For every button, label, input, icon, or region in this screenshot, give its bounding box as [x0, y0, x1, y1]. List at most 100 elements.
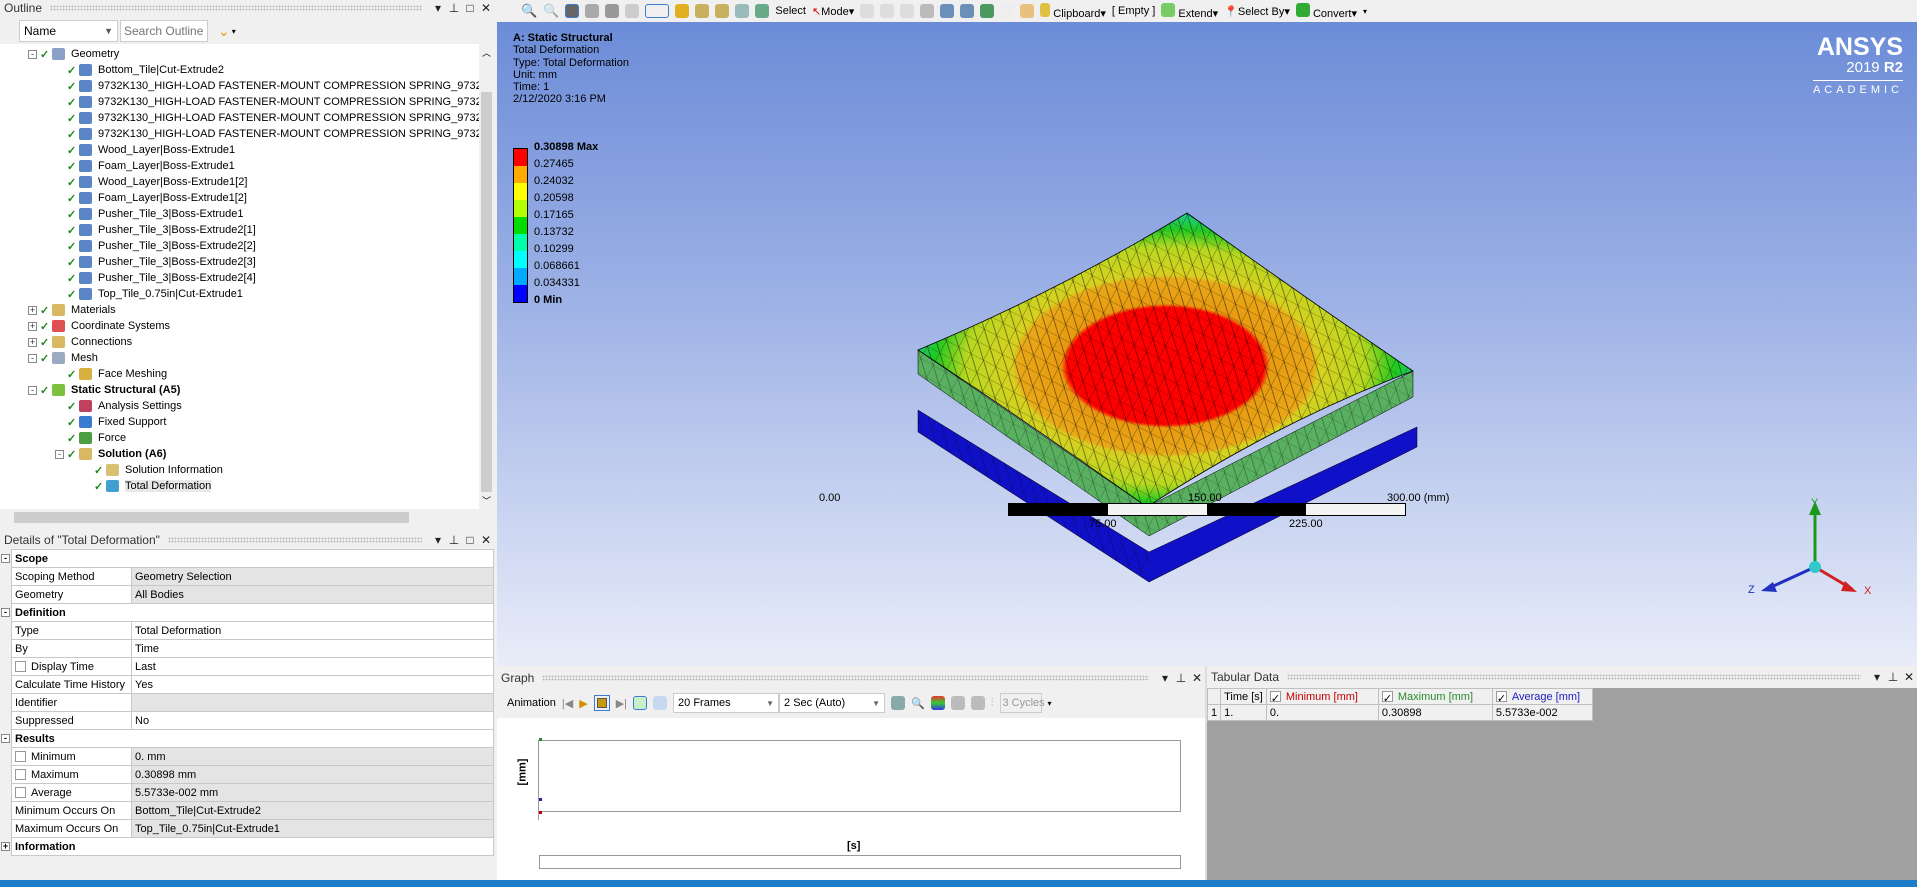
property-value[interactable]: Total Deformation	[131, 621, 494, 640]
select-node-icon[interactable]	[940, 4, 955, 18]
details-row[interactable]: Display Time Last	[11, 657, 494, 676]
zoom-fit-icon[interactable]: 🔍	[521, 3, 537, 19]
pin-icon[interactable]: ⊥	[1173, 671, 1189, 685]
details-group[interactable]: - Definition	[1, 603, 494, 622]
pin-icon[interactable]: ⊥	[1885, 670, 1901, 684]
col-time[interactable]: Time [s]	[1220, 688, 1267, 705]
display-icon[interactable]	[605, 4, 620, 18]
zoom-icon[interactable]	[695, 4, 710, 18]
data-icon[interactable]	[950, 696, 965, 710]
overflow-icon[interactable]: ▾	[232, 27, 236, 36]
mode-button[interactable]: ↖Mode▾	[812, 5, 854, 18]
scroll-up-icon[interactable]: ︿	[482, 46, 491, 59]
geometry-viewport[interactable]: A: Static Structural Total Deformation T…	[497, 22, 1917, 666]
pin-icon[interactable]: ⊥	[446, 1, 462, 15]
tree-item[interactable]: + ✓ Coordinate Systems	[28, 318, 170, 334]
zoom-to-fit-icon[interactable]	[735, 4, 750, 18]
dropdown-icon[interactable]: ▾	[1869, 670, 1885, 684]
duration-select[interactable]: 2 Sec (Auto) ▼	[779, 693, 886, 713]
label-icon[interactable]	[1020, 4, 1035, 18]
overflow-icon[interactable]: ▾	[1363, 7, 1367, 16]
select-vertex-icon[interactable]	[860, 4, 875, 18]
details-row[interactable]: Calculate Time History Yes	[11, 675, 494, 694]
outline-vertical-scrollbar[interactable]: ︿ ﹀	[479, 44, 494, 509]
cell-maximum[interactable]: 0.30898	[1377, 704, 1493, 721]
select-face-icon[interactable]	[900, 4, 915, 18]
close-icon[interactable]: ✕	[1189, 671, 1205, 685]
filter-select[interactable]: Name ▼	[19, 20, 118, 42]
select-button[interactable]: Select	[775, 5, 806, 17]
section-icon[interactable]	[625, 4, 640, 18]
play-icon[interactable]: ▶	[579, 697, 587, 710]
details-row[interactable]: Geometry All Bodies	[11, 585, 494, 604]
data-alt-icon[interactable]	[970, 696, 985, 710]
tree-item[interactable]: ✓ Force	[67, 430, 126, 446]
select-edge-icon[interactable]	[880, 4, 895, 18]
tree-item[interactable]: ✓ Pusher_Tile_3|Boss-Extrude2[3]	[67, 254, 256, 270]
tree-item[interactable]: ✓ Pusher_Tile_3|Boss-Extrude2[2]	[67, 238, 256, 254]
pin-icon[interactable]: ⊥	[446, 533, 462, 547]
zoom-box-icon[interactable]: 🔍	[543, 3, 559, 19]
tree-item[interactable]: ✓ Bottom_Tile|Cut-Extrude2	[67, 62, 224, 78]
property-value[interactable]: Top_Tile_0.75in|Cut-Extrude1	[131, 819, 494, 838]
extend-button[interactable]: Extend▾	[1161, 2, 1218, 20]
details-row[interactable]: Minimum 0. mm	[11, 747, 494, 766]
tree-item[interactable]: ✓ Fixed Support	[67, 414, 166, 430]
tree-item[interactable]: + ✓ Connections	[28, 334, 132, 350]
collapse-icon[interactable]: -	[28, 49, 37, 59]
tree-item[interactable]: ✓ 9732K130_HIGH-LOAD FASTENER-MOUNT COMPR…	[67, 78, 479, 94]
collapse-icon[interactable]: -	[1, 734, 10, 743]
pan-icon[interactable]	[675, 4, 690, 18]
details-row[interactable]: Minimum Occurs On Bottom_Tile|Cut-Extrude…	[11, 801, 494, 820]
tree-item[interactable]: ✓ Pusher_Tile_3|Boss-Extrude2[4]	[67, 270, 256, 286]
clipboard-button[interactable]: Clipboard▾	[1040, 2, 1106, 20]
property-value[interactable]: 0.30898 mm	[131, 765, 494, 784]
time-slider[interactable]	[539, 855, 1181, 869]
stop-button[interactable]	[593, 695, 610, 711]
overflow-icon[interactable]: ▾	[1048, 699, 1052, 708]
expand-icon[interactable]: +	[28, 305, 37, 315]
outline-horizontal-scrollbar[interactable]	[0, 510, 494, 525]
next-frame-icon[interactable]: ▶|	[616, 697, 627, 710]
details-row[interactable]: Type Total Deformation	[11, 621, 494, 640]
cell-minimum[interactable]: 0.	[1265, 704, 1379, 721]
frames-select[interactable]: 20 Frames ▼	[673, 693, 780, 713]
select-body-icon[interactable]	[920, 4, 935, 18]
rotate-icon[interactable]	[645, 4, 670, 18]
box-zoom-icon[interactable]	[715, 4, 730, 18]
details-group[interactable]: - Results	[1, 729, 494, 748]
tree-item[interactable]: ✓ Face Meshing	[67, 366, 167, 382]
tree-item[interactable]: ✓ Pusher_Tile_3|Boss-Extrude2[1]	[67, 222, 256, 238]
tree-item[interactable]: + ✓ Materials	[28, 302, 116, 318]
tree-item[interactable]: ✓ Analysis Settings	[67, 398, 182, 414]
tree-item[interactable]: ✓ Wood_Layer|Boss-Extrude1	[67, 142, 235, 158]
details-row[interactable]: Scoping Method Geometry Selection	[11, 567, 494, 586]
parameter-checkbox[interactable]	[15, 769, 26, 781]
close-icon[interactable]: ✕	[478, 533, 494, 547]
tree-item[interactable]: ✓ 9732K130_HIGH-LOAD FASTENER-MOUNT COMPR…	[67, 110, 479, 126]
export-video-icon[interactable]	[891, 696, 906, 710]
select-mesh-icon[interactable]	[980, 4, 995, 18]
close-icon[interactable]: ✕	[478, 1, 494, 15]
col-minimum[interactable]: ✓ Minimum [mm]	[1265, 688, 1379, 705]
magnifier-icon[interactable]	[755, 4, 770, 18]
tree-item[interactable]: ✓ 9732K130_HIGH-LOAD FASTENER-MOUNT COMPR…	[67, 94, 479, 110]
details-group[interactable]: + Information	[1, 837, 494, 856]
expand-icon[interactable]: +	[28, 321, 37, 331]
scroll-down-icon[interactable]: ﹀	[482, 494, 491, 507]
property-value[interactable]: Yes	[131, 675, 494, 694]
col-maximum[interactable]: ✓ Maximum [mm]	[1377, 688, 1493, 705]
details-group[interactable]: - Scope	[1, 549, 494, 568]
details-row[interactable]: Maximum Occurs On Top_Tile_0.75in|Cut-Ext…	[11, 819, 494, 838]
convert-button[interactable]: Convert▾	[1295, 2, 1357, 20]
property-value[interactable]: Geometry Selection	[131, 567, 494, 586]
zoom-to-fit-icon[interactable]: 🔍	[911, 697, 925, 710]
parameter-checkbox[interactable]	[15, 661, 26, 673]
maximize-icon[interactable]: □	[462, 1, 478, 15]
property-value[interactable]: All Bodies	[131, 585, 494, 604]
collapse-icon[interactable]: -	[1, 608, 10, 617]
minimum-checkbox[interactable]: ✓	[1269, 691, 1281, 705]
axis-triad[interactable]	[1717, 487, 1857, 607]
distributed-frames-icon[interactable]	[633, 696, 648, 710]
average-checkbox[interactable]: ✓	[1495, 691, 1507, 705]
